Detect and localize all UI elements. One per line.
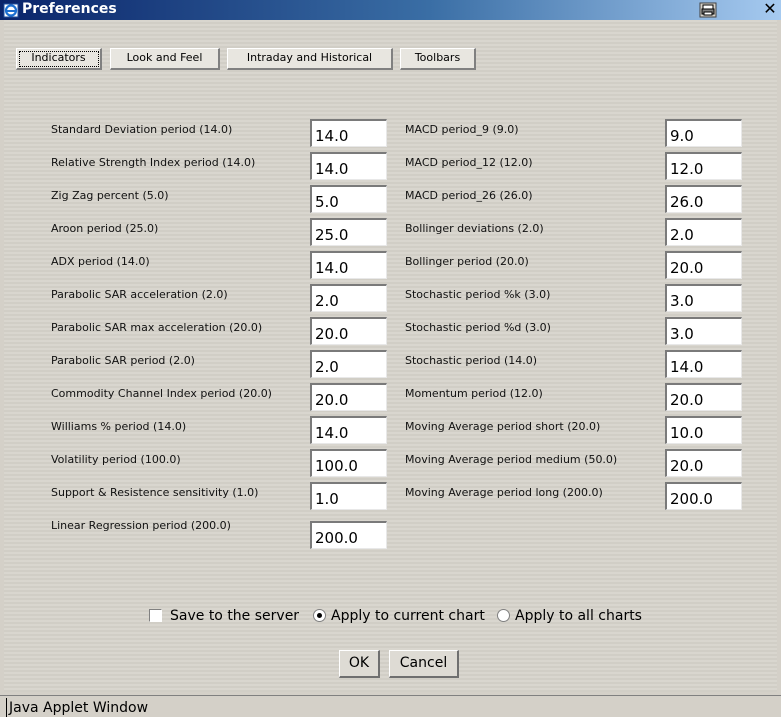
ma-short-period-label: Moving Average period short (20.0) [405, 420, 601, 433]
save-to-server-checkbox[interactable]: Save to the server [149, 606, 304, 626]
macd-period-9-label: MACD period_9 (9.0) [405, 123, 519, 136]
ma-medium-period-input[interactable]: 20.0 [665, 449, 742, 477]
macd-period-26-input[interactable]: 26.0 [665, 185, 742, 213]
linear-regression-period-label: Linear Regression period (200.0) [51, 519, 231, 532]
ma-long-period-input[interactable]: 200.0 [665, 482, 742, 510]
apply-all-charts-radio[interactable]: Apply to all charts [497, 606, 647, 626]
close-icon[interactable]: ✕ [760, 0, 780, 18]
ma-medium-period-label: Moving Average period medium (50.0) [405, 453, 618, 466]
tab-label: Intraday and Historical [246, 51, 373, 64]
bollinger-deviations-label: Bollinger deviations (2.0) [405, 222, 544, 235]
tab-intraday-and-historical[interactable]: Intraday and Historical [227, 48, 393, 70]
bollinger-deviations-input[interactable]: 2.0 [665, 218, 742, 246]
radio-selected[interactable] [313, 609, 326, 622]
adx-period-input[interactable]: 14.0 [310, 251, 387, 279]
stochastic-d-input[interactable]: 3.0 [665, 317, 742, 345]
bollinger-period-label: Bollinger period (20.0) [405, 255, 529, 268]
stochastic-period-label: Stochastic period (14.0) [405, 354, 538, 367]
support-resistance-sensitivity-label: Support & Resistence sensitivity (1.0) [51, 486, 259, 499]
radio-dot [317, 613, 322, 618]
stochastic-k-input[interactable]: 3.0 [665, 284, 742, 312]
title-bar: Preferences ✕ [0, 0, 781, 20]
status-bar: Java Applet Window [0, 695, 781, 717]
rsi-period-label: Relative Strength Index period (14.0) [51, 156, 256, 169]
psar-acceleration-label: Parabolic SAR acceleration (2.0) [51, 288, 228, 301]
tab-label: Indicators [31, 51, 86, 64]
ok-button[interactable]: OK [339, 650, 380, 678]
psar-period-label: Parabolic SAR period (2.0) [51, 354, 195, 367]
macd-period-12-label: MACD period_12 (12.0) [405, 156, 533, 169]
checkbox-box[interactable] [149, 609, 162, 622]
zig-zag-percent-input[interactable]: 5.0 [310, 185, 387, 213]
psar-acceleration-input[interactable]: 2.0 [310, 284, 387, 312]
ma-long-period-label: Moving Average period long (200.0) [405, 486, 603, 499]
bollinger-period-input[interactable]: 20.0 [665, 251, 742, 279]
tab-toolbars[interactable]: Toolbars [400, 48, 476, 70]
macd-period-26-label: MACD period_26 (26.0) [405, 189, 533, 202]
williams-period-label: Williams % period (14.0) [51, 420, 187, 433]
stochastic-period-input[interactable]: 14.0 [665, 350, 742, 378]
printer-icon[interactable] [699, 2, 717, 18]
cci-period-label: Commodity Channel Index period (20.0) [51, 387, 272, 400]
apply-current-chart-radio[interactable]: Apply to current chart [313, 606, 488, 626]
adx-period-label: ADX period (14.0) [51, 255, 150, 268]
zig-zag-percent-label: Zig Zag percent (5.0) [51, 189, 169, 202]
momentum-period-label: Momentum period (12.0) [405, 387, 543, 400]
cancel-button[interactable]: Cancel [389, 650, 459, 678]
psar-max-acceleration-label: Parabolic SAR max acceleration (20.0) [51, 321, 263, 334]
explorer-icon [3, 3, 19, 18]
status-text: Java Applet Window [6, 698, 781, 717]
psar-period-input[interactable]: 2.0 [310, 350, 387, 378]
ma-short-period-input[interactable]: 10.0 [665, 416, 742, 444]
stochastic-k-label: Stochastic period %k (3.0) [405, 288, 551, 301]
momentum-period-input[interactable]: 20.0 [665, 383, 742, 411]
psar-max-acceleration-input[interactable]: 20.0 [310, 317, 387, 345]
std-dev-period-input[interactable]: 14.0 [310, 119, 387, 147]
volatility-period-label: Volatility period (100.0) [51, 453, 181, 466]
tab-indicators[interactable]: Indicators [16, 48, 102, 70]
williams-period-input[interactable]: 14.0 [310, 416, 387, 444]
aroon-period-input[interactable]: 25.0 [310, 218, 387, 246]
window-title: Preferences [22, 1, 117, 17]
tab-label: Look and Feel [126, 51, 203, 64]
support-resistance-sensitivity-input[interactable]: 1.0 [310, 482, 387, 510]
aroon-period-label: Aroon period (25.0) [51, 222, 159, 235]
macd-period-9-input[interactable]: 9.0 [665, 119, 742, 147]
radio-unselected[interactable] [497, 609, 510, 622]
apply-all-charts-label: Apply to all charts [515, 608, 642, 624]
tab-look-and-feel[interactable]: Look and Feel [110, 48, 220, 70]
cci-period-input[interactable]: 20.0 [310, 383, 387, 411]
macd-period-12-input[interactable]: 12.0 [665, 152, 742, 180]
std-dev-period-label: Standard Deviation period (14.0) [51, 123, 233, 136]
linear-regression-period-input[interactable]: 200.0 [310, 521, 387, 549]
save-to-server-label: Save to the server [170, 608, 300, 624]
stochastic-d-label: Stochastic period %d (3.0) [405, 321, 551, 334]
volatility-period-input[interactable]: 100.0 [310, 449, 387, 477]
tab-label: Toolbars [414, 51, 461, 64]
rsi-period-input[interactable]: 14.0 [310, 152, 387, 180]
apply-current-chart-label: Apply to current chart [331, 608, 485, 624]
